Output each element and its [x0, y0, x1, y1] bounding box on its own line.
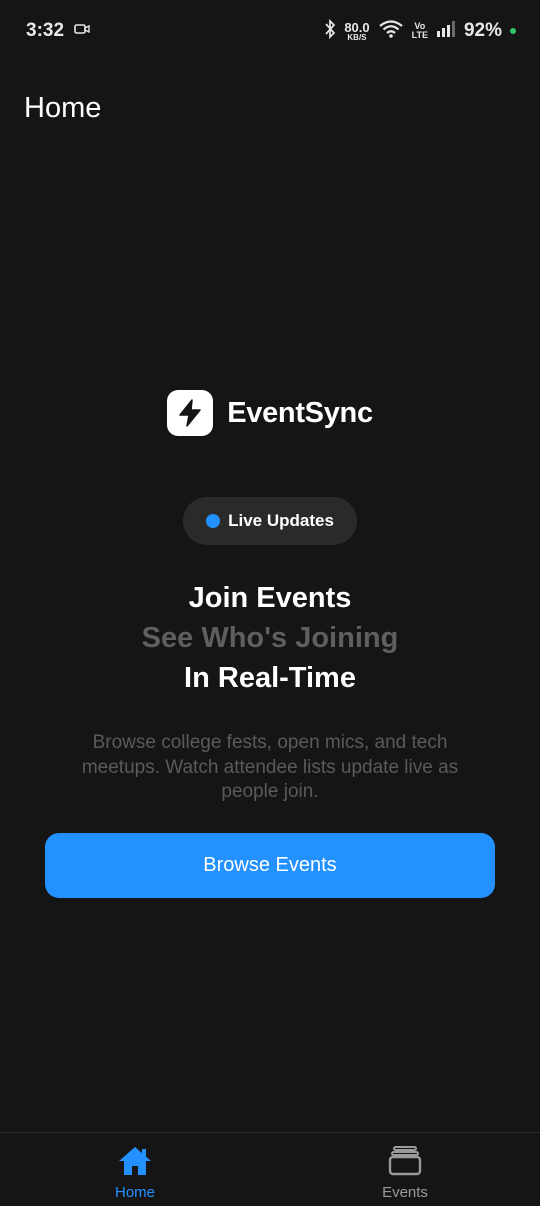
network-speed: 80.0 KB/S	[344, 21, 369, 42]
lightning-bolt-icon	[167, 390, 214, 436]
tab-home-label: Home	[114, 1184, 155, 1201]
stacked-cards-icon	[387, 1145, 423, 1182]
headline-line-1: Join Events	[188, 582, 352, 614]
network-speed-value: 80.0	[344, 19, 370, 35]
wifi-icon	[378, 19, 404, 44]
hero-headline: Join Events See Who's Joining In Real-Ti…	[0, 578, 540, 698]
brand-name: EventSync	[227, 396, 373, 429]
volte-indicator: Vo LTE	[412, 22, 428, 40]
tab-events[interactable]: Events	[270, 1133, 540, 1206]
battery-level: 92%	[463, 20, 502, 41]
tab-events-label: Events	[382, 1184, 428, 1201]
privacy-indicator-dot	[510, 28, 516, 34]
brand-header: EventSync	[0, 390, 540, 436]
live-updates-label: Live Updates	[228, 511, 334, 530]
live-updates-badge: Live Updates	[183, 497, 357, 545]
status-bar: 3:32 80.0 KB/S Vo LTE 92%	[0, 0, 540, 62]
signal-icon	[436, 20, 456, 43]
tab-home[interactable]: Home	[0, 1133, 270, 1206]
status-time: 3:32	[26, 20, 65, 41]
home-icon	[117, 1145, 153, 1182]
status-bar-right: 80.0 KB/S Vo LTE 92%	[324, 18, 516, 44]
hero-description: Browse college fests, open mics, and tec…	[81, 732, 459, 802]
volte-bottom: LTE	[411, 30, 428, 40]
headline-line-2: See Who's Joining	[141, 622, 399, 654]
bottom-tab-bar: Home Events	[0, 1132, 540, 1206]
bluetooth-icon	[324, 18, 336, 44]
page-title: Home	[24, 92, 102, 124]
status-bar-left: 3:32	[26, 20, 90, 42]
video-camera-icon	[74, 22, 90, 41]
browse-events-button[interactable]: Browse Events	[45, 833, 495, 898]
live-status-dot	[206, 514, 221, 528]
network-speed-unit: KB/S	[347, 32, 367, 42]
headline-line-3: In Real-Time	[184, 662, 356, 694]
